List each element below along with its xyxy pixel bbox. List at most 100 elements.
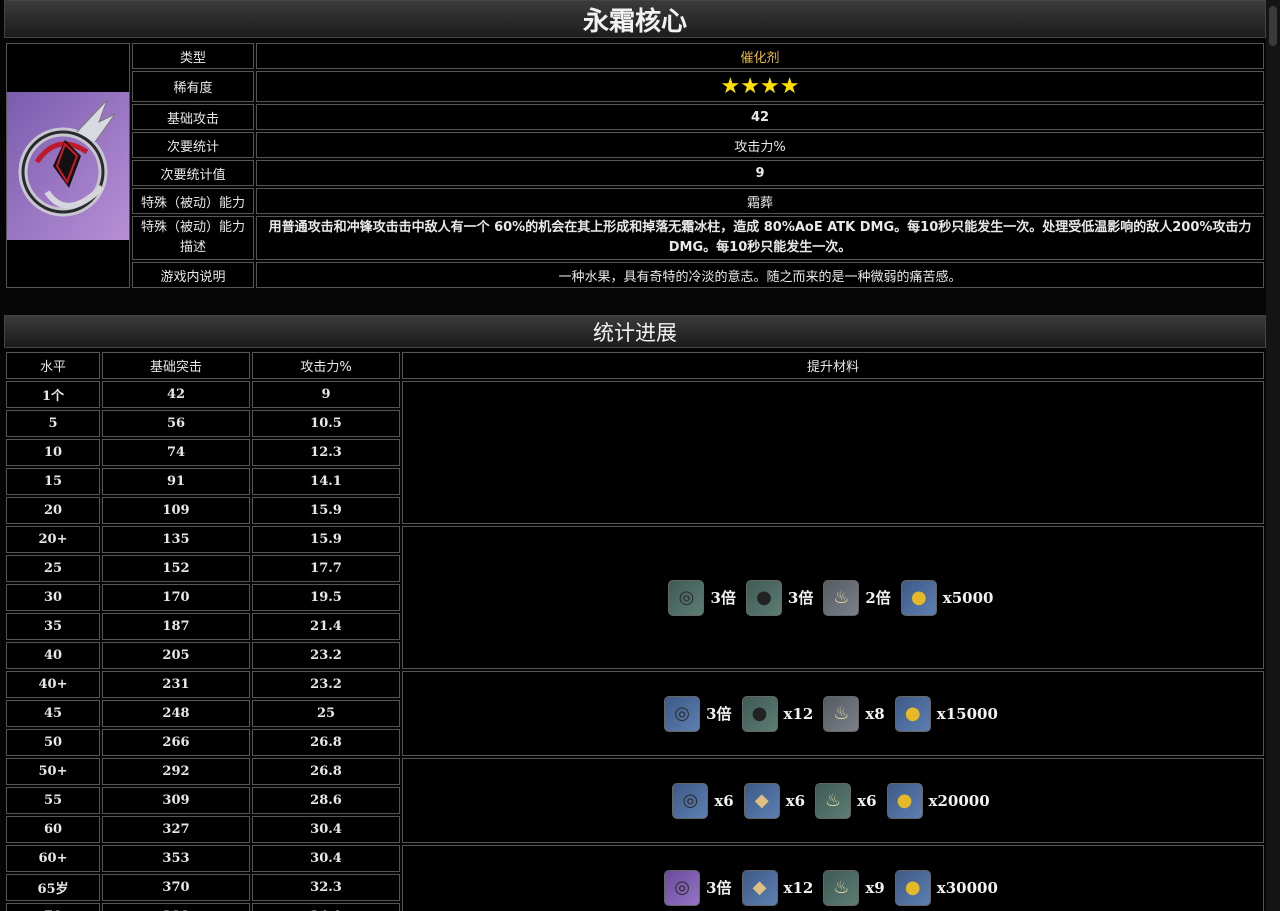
- vial-icon[interactable]: ♨: [815, 782, 852, 819]
- page-title: 永霜核心: [4, 0, 1266, 38]
- base-attack-cell: 42: [102, 381, 250, 408]
- in-game-description: 一种水果，具有奇特的冷淡的意志。随之而来的是一种微弱的痛苦感。: [256, 262, 1264, 288]
- atk-percent-cell: 32.3: [252, 874, 400, 901]
- atk-percent-cell: 12.3: [252, 439, 400, 466]
- level-cell: 55: [6, 787, 100, 814]
- info-key: 特殊（被动）能力描述: [132, 216, 254, 260]
- base-attack-value: 42: [256, 104, 1264, 130]
- material-item[interactable]: ● x12: [741, 695, 818, 732]
- materials-cell: ◎ x6 ◆ x6 ♨ x6 ● x20000: [402, 758, 1264, 843]
- material-item[interactable]: ● x20000: [886, 782, 994, 819]
- material-item[interactable]: ● x15000: [894, 695, 1002, 732]
- material-item[interactable]: ◎ 3倍: [664, 695, 735, 732]
- level-cell: 20: [6, 497, 100, 524]
- mora-coin-icon[interactable]: ●: [900, 579, 937, 616]
- mora-coin-icon[interactable]: ●: [894, 869, 931, 906]
- atk-percent-cell: 17.7: [252, 555, 400, 582]
- base-attack-cell: 152: [102, 555, 250, 582]
- type-value: 催化剂: [256, 43, 1264, 69]
- material-count: 2倍: [865, 589, 891, 607]
- passive-name: 霜葬: [256, 188, 1264, 214]
- info-key: 特殊（被动）能力: [132, 188, 254, 214]
- materials-cell: ◎ 3倍 ◆ x12 ♨ x9 ● x30000: [402, 845, 1264, 911]
- base-attack-cell: 309: [102, 787, 250, 814]
- item-info-table: 类型 催化剂 稀有度 ★★★★ 基础攻击 42 次要统计 攻击力% 次要统计值 …: [4, 41, 1266, 290]
- header-atk-percent: 攻击力%: [252, 352, 400, 379]
- material-item[interactable]: ◎ 3倍: [668, 579, 739, 616]
- materials-list: ◎ 3倍 ◆ x12 ♨ x9 ● x30000: [403, 869, 1263, 906]
- level-cell: 15: [6, 468, 100, 495]
- scrollbar[interactable]: [1266, 0, 1280, 911]
- atk-percent-cell: 23.2: [252, 671, 400, 698]
- level-cell: 45: [6, 700, 100, 727]
- base-attack-cell: 56: [102, 410, 250, 437]
- material-item[interactable]: ◎ x6: [672, 782, 737, 819]
- table-row: 40+ 231 23.2 ◎ 3倍 ● x12 ♨ x8 ● x15000: [6, 671, 1264, 756]
- material-item[interactable]: ● x5000: [900, 579, 998, 616]
- atk-percent-cell: 14.1: [252, 468, 400, 495]
- table-row: 20+ 135 15.9 ◎ 3倍 ● 3倍 ♨ 2倍 ● x5000: [6, 526, 1264, 669]
- material-item[interactable]: ◆ x6: [743, 782, 809, 819]
- gem-band-icon[interactable]: ◎: [668, 579, 705, 616]
- level-cell: 5: [6, 410, 100, 437]
- base-attack-cell: 327: [102, 816, 250, 843]
- material-item[interactable]: ♨ x9: [823, 869, 888, 906]
- item-image-cell: [6, 43, 130, 288]
- gem-band-icon[interactable]: ◎: [664, 869, 701, 906]
- material-item[interactable]: ◎ 3倍: [664, 869, 735, 906]
- atk-percent-cell: 23.2: [252, 642, 400, 669]
- secondary-stat-value: 攻击力%: [256, 132, 1264, 158]
- vial-icon[interactable]: ♨: [823, 579, 860, 616]
- base-attack-cell: 292: [102, 758, 250, 785]
- bomb-flask-icon[interactable]: ●: [741, 695, 778, 732]
- vial-icon[interactable]: ♨: [823, 695, 860, 732]
- base-attack-cell: 353: [102, 845, 250, 872]
- info-key: 基础攻击: [132, 104, 254, 130]
- material-item[interactable]: ♨ x8: [823, 695, 888, 732]
- material-item[interactable]: ♨ 2倍: [823, 579, 894, 616]
- scrollbar-thumb[interactable]: [1269, 6, 1277, 46]
- mora-coin-icon[interactable]: ●: [894, 695, 931, 732]
- base-attack-cell: 91: [102, 468, 250, 495]
- material-count: 3倍: [706, 705, 732, 723]
- vial-icon[interactable]: ♨: [823, 869, 860, 906]
- base-attack-cell: 388: [102, 903, 250, 911]
- materials-list: ◎ 3倍 ● x12 ♨ x8 ● x15000: [403, 695, 1263, 732]
- mora-coin-icon[interactable]: ●: [886, 782, 923, 819]
- base-attack-cell: 109: [102, 497, 250, 524]
- rarity-stars: ★★★★: [256, 71, 1264, 102]
- base-attack-cell: 248: [102, 700, 250, 727]
- materials-list: ◎ 3倍 ● 3倍 ♨ 2倍 ● x5000: [403, 579, 1263, 616]
- info-key: 游戏内说明: [132, 262, 254, 288]
- base-attack-cell: 205: [102, 642, 250, 669]
- passive-description: 用普通攻击和冲锋攻击击中敌人有一个 60%的机会在其上形成和掉落无霜冰柱，造成 …: [256, 216, 1264, 260]
- material-count: x6: [857, 791, 877, 810]
- gem-band-icon[interactable]: ◎: [664, 695, 701, 732]
- level-cell: 70: [6, 903, 100, 911]
- atk-percent-cell: 30.4: [252, 845, 400, 872]
- item-artwork-icon: [7, 91, 129, 240]
- base-attack-cell: 135: [102, 526, 250, 553]
- material-item[interactable]: ◆ x12: [741, 869, 818, 906]
- mask-shard-icon[interactable]: ◆: [741, 869, 778, 906]
- base-attack-cell: 170: [102, 584, 250, 611]
- info-key: 次要统计值: [132, 160, 254, 186]
- material-count: x6: [714, 791, 734, 810]
- gem-band-icon[interactable]: ◎: [672, 782, 709, 819]
- bomb-flask-icon[interactable]: ●: [745, 579, 782, 616]
- material-item[interactable]: ● 3倍: [745, 579, 817, 616]
- material-count: x20000: [928, 791, 990, 810]
- section-title: 统计进展: [4, 315, 1266, 348]
- base-attack-cell: 370: [102, 874, 250, 901]
- table-row: 50+ 292 26.8 ◎ x6 ◆ x6 ♨ x6 ● x20000: [6, 758, 1264, 843]
- atk-percent-cell: 28.6: [252, 787, 400, 814]
- info-key: 稀有度: [132, 71, 254, 102]
- atk-percent-cell: 9: [252, 381, 400, 408]
- material-item[interactable]: ● x30000: [894, 869, 1002, 906]
- material-item[interactable]: ♨ x6: [815, 782, 880, 819]
- level-cell: 40+: [6, 671, 100, 698]
- material-count: 3倍: [710, 589, 736, 607]
- atk-percent-cell: 34.1: [252, 903, 400, 911]
- level-cell: 10: [6, 439, 100, 466]
- mask-shard-icon[interactable]: ◆: [743, 782, 780, 819]
